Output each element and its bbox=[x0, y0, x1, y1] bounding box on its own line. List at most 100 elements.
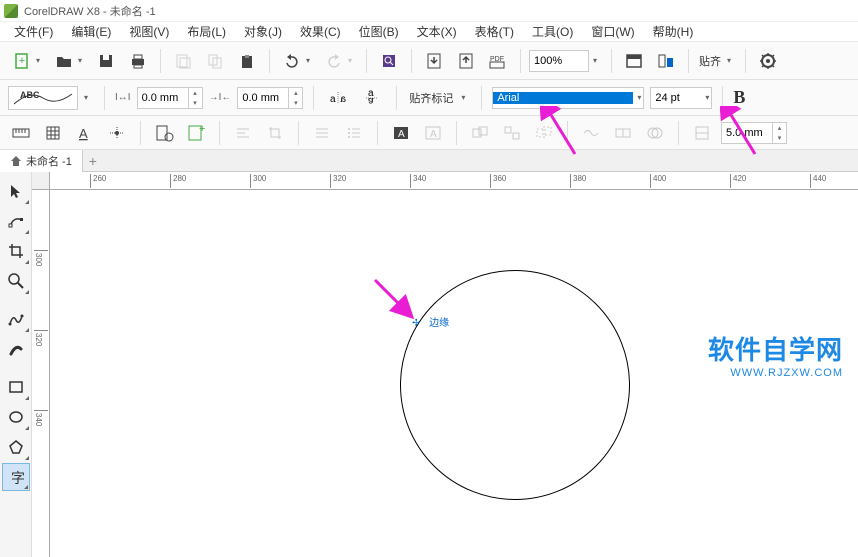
rectangle-tool[interactable] bbox=[2, 373, 30, 401]
show-rulers-button[interactable] bbox=[652, 47, 680, 75]
snap-marks-dropdown[interactable]: ▾ bbox=[461, 93, 471, 102]
page-setup-icon[interactable] bbox=[151, 120, 177, 146]
menu-object[interactable]: 对象(J) bbox=[236, 21, 290, 42]
menu-tools[interactable]: 工具(O) bbox=[524, 21, 581, 42]
menu-bar: 文件(F) 编辑(E) 视图(V) 布局(L) 对象(J) 效果(C) 位图(B… bbox=[0, 22, 858, 42]
menu-effect[interactable]: 效果(C) bbox=[292, 21, 349, 42]
ruler-settings-icon[interactable] bbox=[8, 120, 34, 146]
combine-icon[interactable] bbox=[531, 120, 557, 146]
print-button[interactable] bbox=[124, 47, 152, 75]
import-button[interactable] bbox=[420, 47, 448, 75]
watermark-url: WWW.RJZXW.COM bbox=[708, 367, 843, 379]
artistic-media-tool[interactable] bbox=[2, 335, 30, 363]
canvas[interactable]: ✢ 边缘 软件自学网 WWW.RJZXW.COM bbox=[50, 190, 858, 557]
doc-tab-1[interactable]: 未命名 -1 bbox=[0, 150, 83, 172]
doc-tab-label: 未命名 -1 bbox=[26, 153, 72, 169]
zoom-tool[interactable] bbox=[2, 267, 30, 295]
text-tool-icon[interactable]: A bbox=[388, 120, 414, 146]
svg-text:a: a bbox=[340, 94, 346, 105]
property-toolbar: ABC ▾ I↔I ▴▾ →I← ▴▾ aa aa 贴齐标记 ▾ ▾ ▾ B bbox=[0, 80, 858, 116]
offset-v-input[interactable]: ▴▾ bbox=[237, 87, 303, 109]
ellipse-tool[interactable] bbox=[2, 403, 30, 431]
align-left-icon[interactable] bbox=[230, 120, 256, 146]
grid-icon[interactable] bbox=[40, 120, 66, 146]
add-page-icon[interactable]: + bbox=[183, 120, 209, 146]
save-button[interactable] bbox=[92, 47, 120, 75]
snap-marks-label: 贴齐标记 bbox=[407, 90, 455, 106]
menu-text[interactable]: 文本(X) bbox=[409, 21, 465, 42]
ruler-tick: 300 bbox=[250, 174, 266, 188]
svg-text:字: 字 bbox=[11, 470, 24, 485]
menu-help[interactable]: 帮助(H) bbox=[645, 21, 702, 42]
intersect-icon[interactable] bbox=[642, 120, 668, 146]
group-icon[interactable] bbox=[467, 120, 493, 146]
options-button[interactable] bbox=[754, 47, 782, 75]
svg-text:ABC: ABC bbox=[20, 90, 40, 100]
paste-button[interactable] bbox=[233, 47, 261, 75]
new-doc-button[interactable]: + ▾ bbox=[8, 47, 46, 75]
snap-dropdown[interactable]: ▾ bbox=[727, 56, 737, 65]
pdf-button[interactable]: PDF bbox=[484, 47, 512, 75]
ruler-vertical[interactable]: 300 320 340 bbox=[32, 190, 50, 557]
ruler-origin[interactable] bbox=[32, 172, 50, 190]
menu-window[interactable]: 窗口(W) bbox=[583, 21, 642, 42]
text-on-path-preview[interactable]: ABC bbox=[8, 86, 78, 110]
pick-tool[interactable] bbox=[2, 177, 30, 205]
menu-layout[interactable]: 布局(L) bbox=[179, 21, 234, 42]
cut-button bbox=[169, 47, 197, 75]
menu-edit[interactable]: 编辑(E) bbox=[63, 21, 119, 42]
shape-tool[interactable] bbox=[2, 207, 30, 235]
zoom-dropdown[interactable]: ▾ bbox=[593, 56, 603, 65]
list-icon[interactable] bbox=[341, 120, 367, 146]
text-tool[interactable]: 字 bbox=[2, 463, 30, 491]
crop-icon[interactable] bbox=[262, 120, 288, 146]
search-button[interactable] bbox=[375, 47, 403, 75]
align-justify-icon[interactable] bbox=[309, 120, 335, 146]
document-tabs: 未命名 -1 + bbox=[0, 150, 858, 172]
path-preset-dropdown[interactable]: ▾ bbox=[84, 93, 94, 102]
undo-button[interactable]: ▾ bbox=[278, 47, 316, 75]
ruler-tick: 320 bbox=[34, 330, 48, 346]
crop-tool[interactable] bbox=[2, 237, 30, 265]
home-icon bbox=[10, 155, 22, 167]
freehand-tool[interactable] bbox=[2, 305, 30, 333]
circle-shape[interactable] bbox=[400, 270, 630, 500]
ungroup-icon[interactable] bbox=[499, 120, 525, 146]
open-button[interactable]: ▾ bbox=[50, 47, 88, 75]
weld-icon[interactable] bbox=[578, 120, 604, 146]
ruler-tick: 360 bbox=[490, 174, 506, 188]
ruler-tick: 280 bbox=[170, 174, 186, 188]
watermark-title: 软件自学网 bbox=[708, 330, 843, 367]
bold-button[interactable]: B bbox=[733, 87, 745, 108]
polygon-tool[interactable] bbox=[2, 433, 30, 461]
ruler-horizontal[interactable]: 260 280 300 320 340 360 380 400 420 440 bbox=[50, 172, 858, 190]
ruler-tick: 400 bbox=[650, 174, 666, 188]
menu-table[interactable]: 表格(T) bbox=[467, 21, 522, 42]
redo-button: ▾ bbox=[320, 47, 358, 75]
font-size-select[interactable]: ▾ bbox=[650, 87, 712, 109]
menu-bitmap[interactable]: 位图(B) bbox=[351, 21, 407, 42]
zoom-input[interactable] bbox=[529, 50, 589, 72]
text-outline-icon[interactable]: A bbox=[420, 120, 446, 146]
menu-view[interactable]: 视图(V) bbox=[121, 21, 177, 42]
add-tab-button[interactable]: + bbox=[83, 151, 103, 171]
watermark: 软件自学网 WWW.RJZXW.COM bbox=[708, 330, 843, 379]
export-button[interactable] bbox=[452, 47, 480, 75]
menu-file[interactable]: 文件(F) bbox=[6, 21, 61, 42]
offset-h-input[interactable]: ▴▾ bbox=[137, 87, 203, 109]
mirror-h-button[interactable]: aa bbox=[324, 84, 352, 112]
mirror-v-button[interactable]: aa bbox=[358, 84, 386, 112]
guides-icon[interactable] bbox=[104, 120, 130, 146]
nudge-input[interactable]: ▴▾ bbox=[721, 122, 787, 144]
canvas-area: 260 280 300 320 340 360 380 400 420 440 … bbox=[32, 172, 858, 557]
font-name-select[interactable]: ▾ bbox=[492, 87, 644, 109]
ruler-tick: 260 bbox=[90, 174, 106, 188]
secondary-toolbar: A + A A ▴▾ bbox=[0, 116, 858, 150]
fullscreen-button[interactable] bbox=[620, 47, 648, 75]
ruler-tick: 340 bbox=[34, 410, 48, 426]
app-logo-icon bbox=[4, 4, 18, 18]
outline-width-icon[interactable] bbox=[689, 120, 715, 146]
trim-icon[interactable] bbox=[610, 120, 636, 146]
text-format-icon[interactable]: A bbox=[72, 120, 98, 146]
ruler-tick: 420 bbox=[730, 174, 746, 188]
